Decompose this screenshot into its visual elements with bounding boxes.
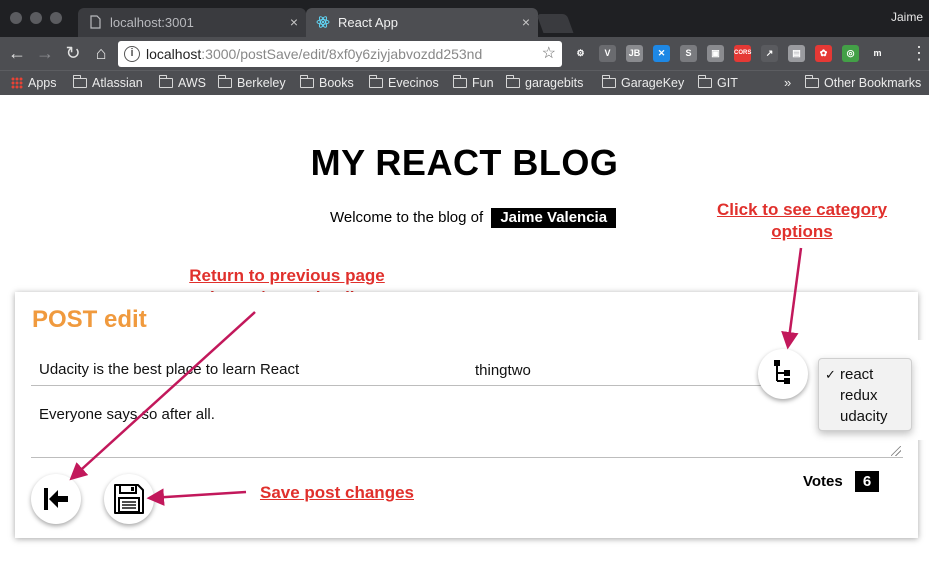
- annotation-arrows: [69, 247, 803, 506]
- arrow-to-save-button: [146, 488, 247, 506]
- arrow-to-back-button: [69, 311, 256, 481]
- arrow-to-category-button: [781, 247, 803, 350]
